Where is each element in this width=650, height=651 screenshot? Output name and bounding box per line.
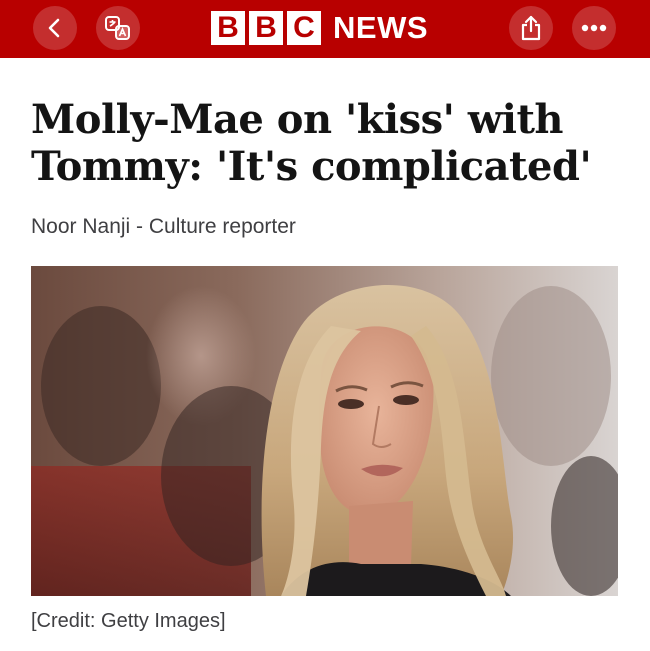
translate-icon [105,16,130,40]
more-button[interactable] [572,6,616,50]
translate-button[interactable] [96,6,140,50]
more-icon [581,24,607,32]
chevron-left-icon [48,18,60,38]
image-credit: [Credit: Getty Images] [31,610,226,632]
logo-letter-b1: B [211,11,245,45]
portrait-photo [31,266,618,596]
article-byline: Noor Nanji - Culture reporter [31,215,296,238]
article-image[interactable] [31,266,618,596]
logo-letter-b2: B [249,11,283,45]
share-button[interactable] [509,6,553,50]
bbc-news-logo[interactable]: B B C NEWS [211,8,428,48]
logo-letter-c: C [287,11,321,45]
article-headline: Molly-Mae on 'kiss' with Tommy: 'It's co… [31,96,592,190]
share-icon [521,15,541,41]
back-button[interactable] [33,6,77,50]
top-bar: B B C NEWS [0,0,650,58]
logo-word: NEWS [333,10,428,45]
